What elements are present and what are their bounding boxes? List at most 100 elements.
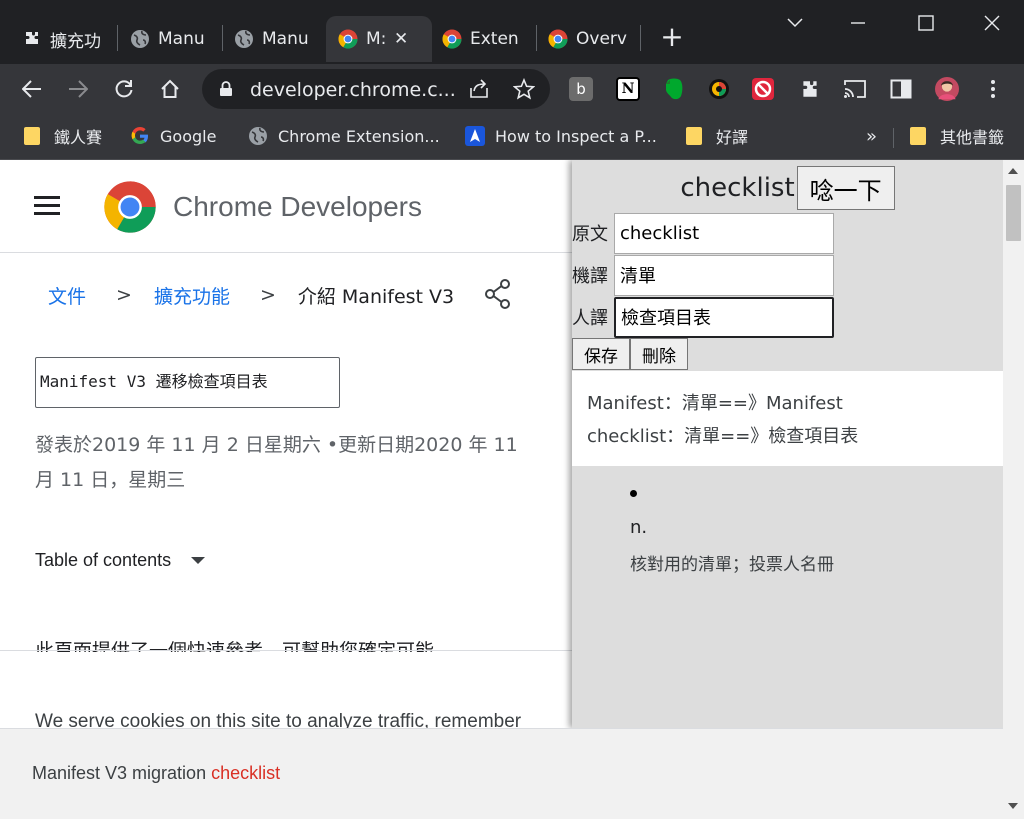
tab-extensions[interactable]: 擴充功 [22, 16, 110, 62]
bookmarks-bar: 鐵人賽 Google Chrome Extension... How to In… [0, 114, 1024, 160]
bookmarks-more[interactable]: » [866, 124, 877, 148]
caret-down-icon [191, 557, 206, 564]
bookmark-haoyi[interactable]: 好譯 [686, 124, 748, 148]
bookmark-label: Google [160, 126, 217, 146]
puzzle-icon [26, 32, 38, 44]
tab-separator [640, 25, 641, 51]
share-icon[interactable] [484, 278, 512, 310]
bookmark-other[interactable]: 其他書籤 [910, 124, 1004, 148]
chrome-icon [548, 29, 568, 49]
evernote-icon[interactable] [662, 77, 686, 101]
share-page-icon[interactable] [468, 79, 490, 99]
site-header: Chrome Developers [0, 160, 572, 253]
selection-highlight: checklist [211, 763, 281, 783]
bookmark-separator [893, 128, 894, 148]
profile-avatar-icon[interactable] [935, 77, 959, 101]
table-of-contents-toggle[interactable]: Table of contents [35, 550, 206, 571]
menu-kebab-icon[interactable] [981, 77, 1005, 101]
definition-text: 核對用的清單；投票人名冊 [630, 555, 834, 575]
bullet-icon [630, 490, 637, 497]
dictionary-definition: n. 核對用的清單；投票人名冊 [630, 490, 834, 575]
globe-icon [249, 127, 267, 145]
tab-active-manifest[interactable]: M: ✕ [326, 16, 432, 62]
bookmark-label: 好譯 [716, 128, 749, 147]
bookmark-star-icon[interactable] [513, 78, 535, 100]
browser-toolbar: developer.chrome.c... b N [0, 64, 1024, 114]
delete-button[interactable]: 刪除 [630, 338, 688, 370]
maximize-button[interactable] [911, 10, 941, 36]
breadcrumb: 文件 > 擴充功能 > 介紹 Manifest V3 [48, 280, 454, 310]
breadcrumb-docs[interactable]: 文件 [48, 282, 86, 309]
page-title: Manifest V3 遷移檢查項目表 [35, 357, 340, 408]
scrollbar-thumb[interactable] [1006, 185, 1021, 241]
saved-translations: Manifest：清單==》Manifest checklist：清單==》檢查… [572, 371, 1003, 466]
tab-extensions-2[interactable]: Exten [442, 16, 526, 62]
tab-separator [117, 25, 118, 51]
machine-translation-row: 機譯 清單 [572, 254, 834, 296]
tab-title: Manu [158, 29, 205, 49]
color-picker-icon[interactable] [707, 77, 731, 101]
extensions-puzzle-icon[interactable] [798, 77, 822, 101]
original-label: 原文 [572, 224, 608, 245]
forward-button[interactable] [63, 74, 93, 104]
human-translation-row: 人譯 檢查項目表 [572, 296, 834, 338]
side-panel-icon[interactable] [889, 77, 913, 101]
minimize-button[interactable] [843, 10, 873, 36]
pronounce-button[interactable]: 唸一下 [796, 166, 895, 210]
popup-header: checklist 唸一下 [572, 164, 1003, 212]
close-window-button[interactable] [977, 10, 1007, 36]
save-button[interactable]: 保存 [572, 338, 630, 370]
site-title[interactable]: Chrome Developers [173, 191, 422, 223]
tab-title: Overv [576, 29, 627, 49]
close-icon [984, 15, 1000, 31]
saved-entry: Manifest：清單==》Manifest [587, 393, 843, 414]
maximize-icon [918, 15, 934, 31]
home-icon [161, 79, 179, 98]
bookmark-how-to-inspect[interactable]: How to Inspect a P... [465, 124, 657, 148]
breadcrumb-separator: > [259, 284, 276, 306]
tab-manual-1[interactable]: Manu [130, 16, 214, 62]
blocker-icon[interactable] [751, 77, 775, 101]
back-arrow-icon [22, 80, 41, 98]
nav-icon [465, 126, 485, 146]
extension-b-icon[interactable]: b [569, 77, 593, 101]
tab-manual-2[interactable]: Manu [234, 16, 318, 62]
chevron-down-icon [787, 18, 803, 28]
selection-bar: Manifest V3 migration checklist [0, 728, 1003, 819]
tab-separator [536, 25, 537, 51]
popup-buttons: 保存 刪除 [572, 338, 688, 370]
bookmark-google[interactable]: Google [130, 124, 216, 148]
cast-icon[interactable] [843, 77, 867, 101]
forward-arrow-icon [69, 80, 88, 98]
tab-overview[interactable]: Overv [548, 16, 632, 62]
cookie-divider [0, 650, 572, 651]
home-button[interactable] [155, 74, 185, 104]
original-row: 原文 checklist [572, 212, 834, 254]
lock-icon [220, 81, 232, 96]
folder-icon [686, 127, 702, 145]
breadcrumb-extensions[interactable]: 擴充功能 [154, 282, 230, 309]
notion-icon[interactable]: N [616, 77, 640, 101]
machine-translation-label: 機譯 [572, 266, 608, 287]
address-bar[interactable]: developer.chrome.c... [202, 69, 550, 109]
original-field[interactable]: checklist [614, 212, 834, 254]
globe-icon [131, 30, 149, 48]
scrollbar[interactable] [1003, 160, 1024, 819]
bookmark-chrome-extension[interactable]: Chrome Extension... [248, 124, 440, 148]
close-tab-icon[interactable]: ✕ [394, 29, 408, 49]
tab-title: Manu [262, 29, 309, 49]
hamburger-menu-icon[interactable] [34, 196, 60, 216]
breadcrumb-current: 介紹 Manifest V3 [297, 285, 455, 308]
cookie-notice-text: We serve cookies on this site to analyze… [35, 711, 522, 730]
chrome-icon [338, 29, 358, 49]
reload-button[interactable] [109, 74, 139, 104]
tab-search-button[interactable] [780, 10, 810, 36]
human-translation-field[interactable]: 檢查項目表 [614, 296, 834, 338]
scroll-down-icon[interactable] [1008, 803, 1018, 809]
new-tab-button[interactable]: + [658, 23, 686, 52]
popup-word: checklist [680, 173, 795, 203]
bookmark-ironman[interactable]: 鐵人賽 [24, 124, 102, 148]
scroll-up-icon[interactable] [1008, 168, 1018, 174]
back-button[interactable] [17, 74, 47, 104]
machine-translation-field[interactable]: 清單 [614, 254, 834, 296]
